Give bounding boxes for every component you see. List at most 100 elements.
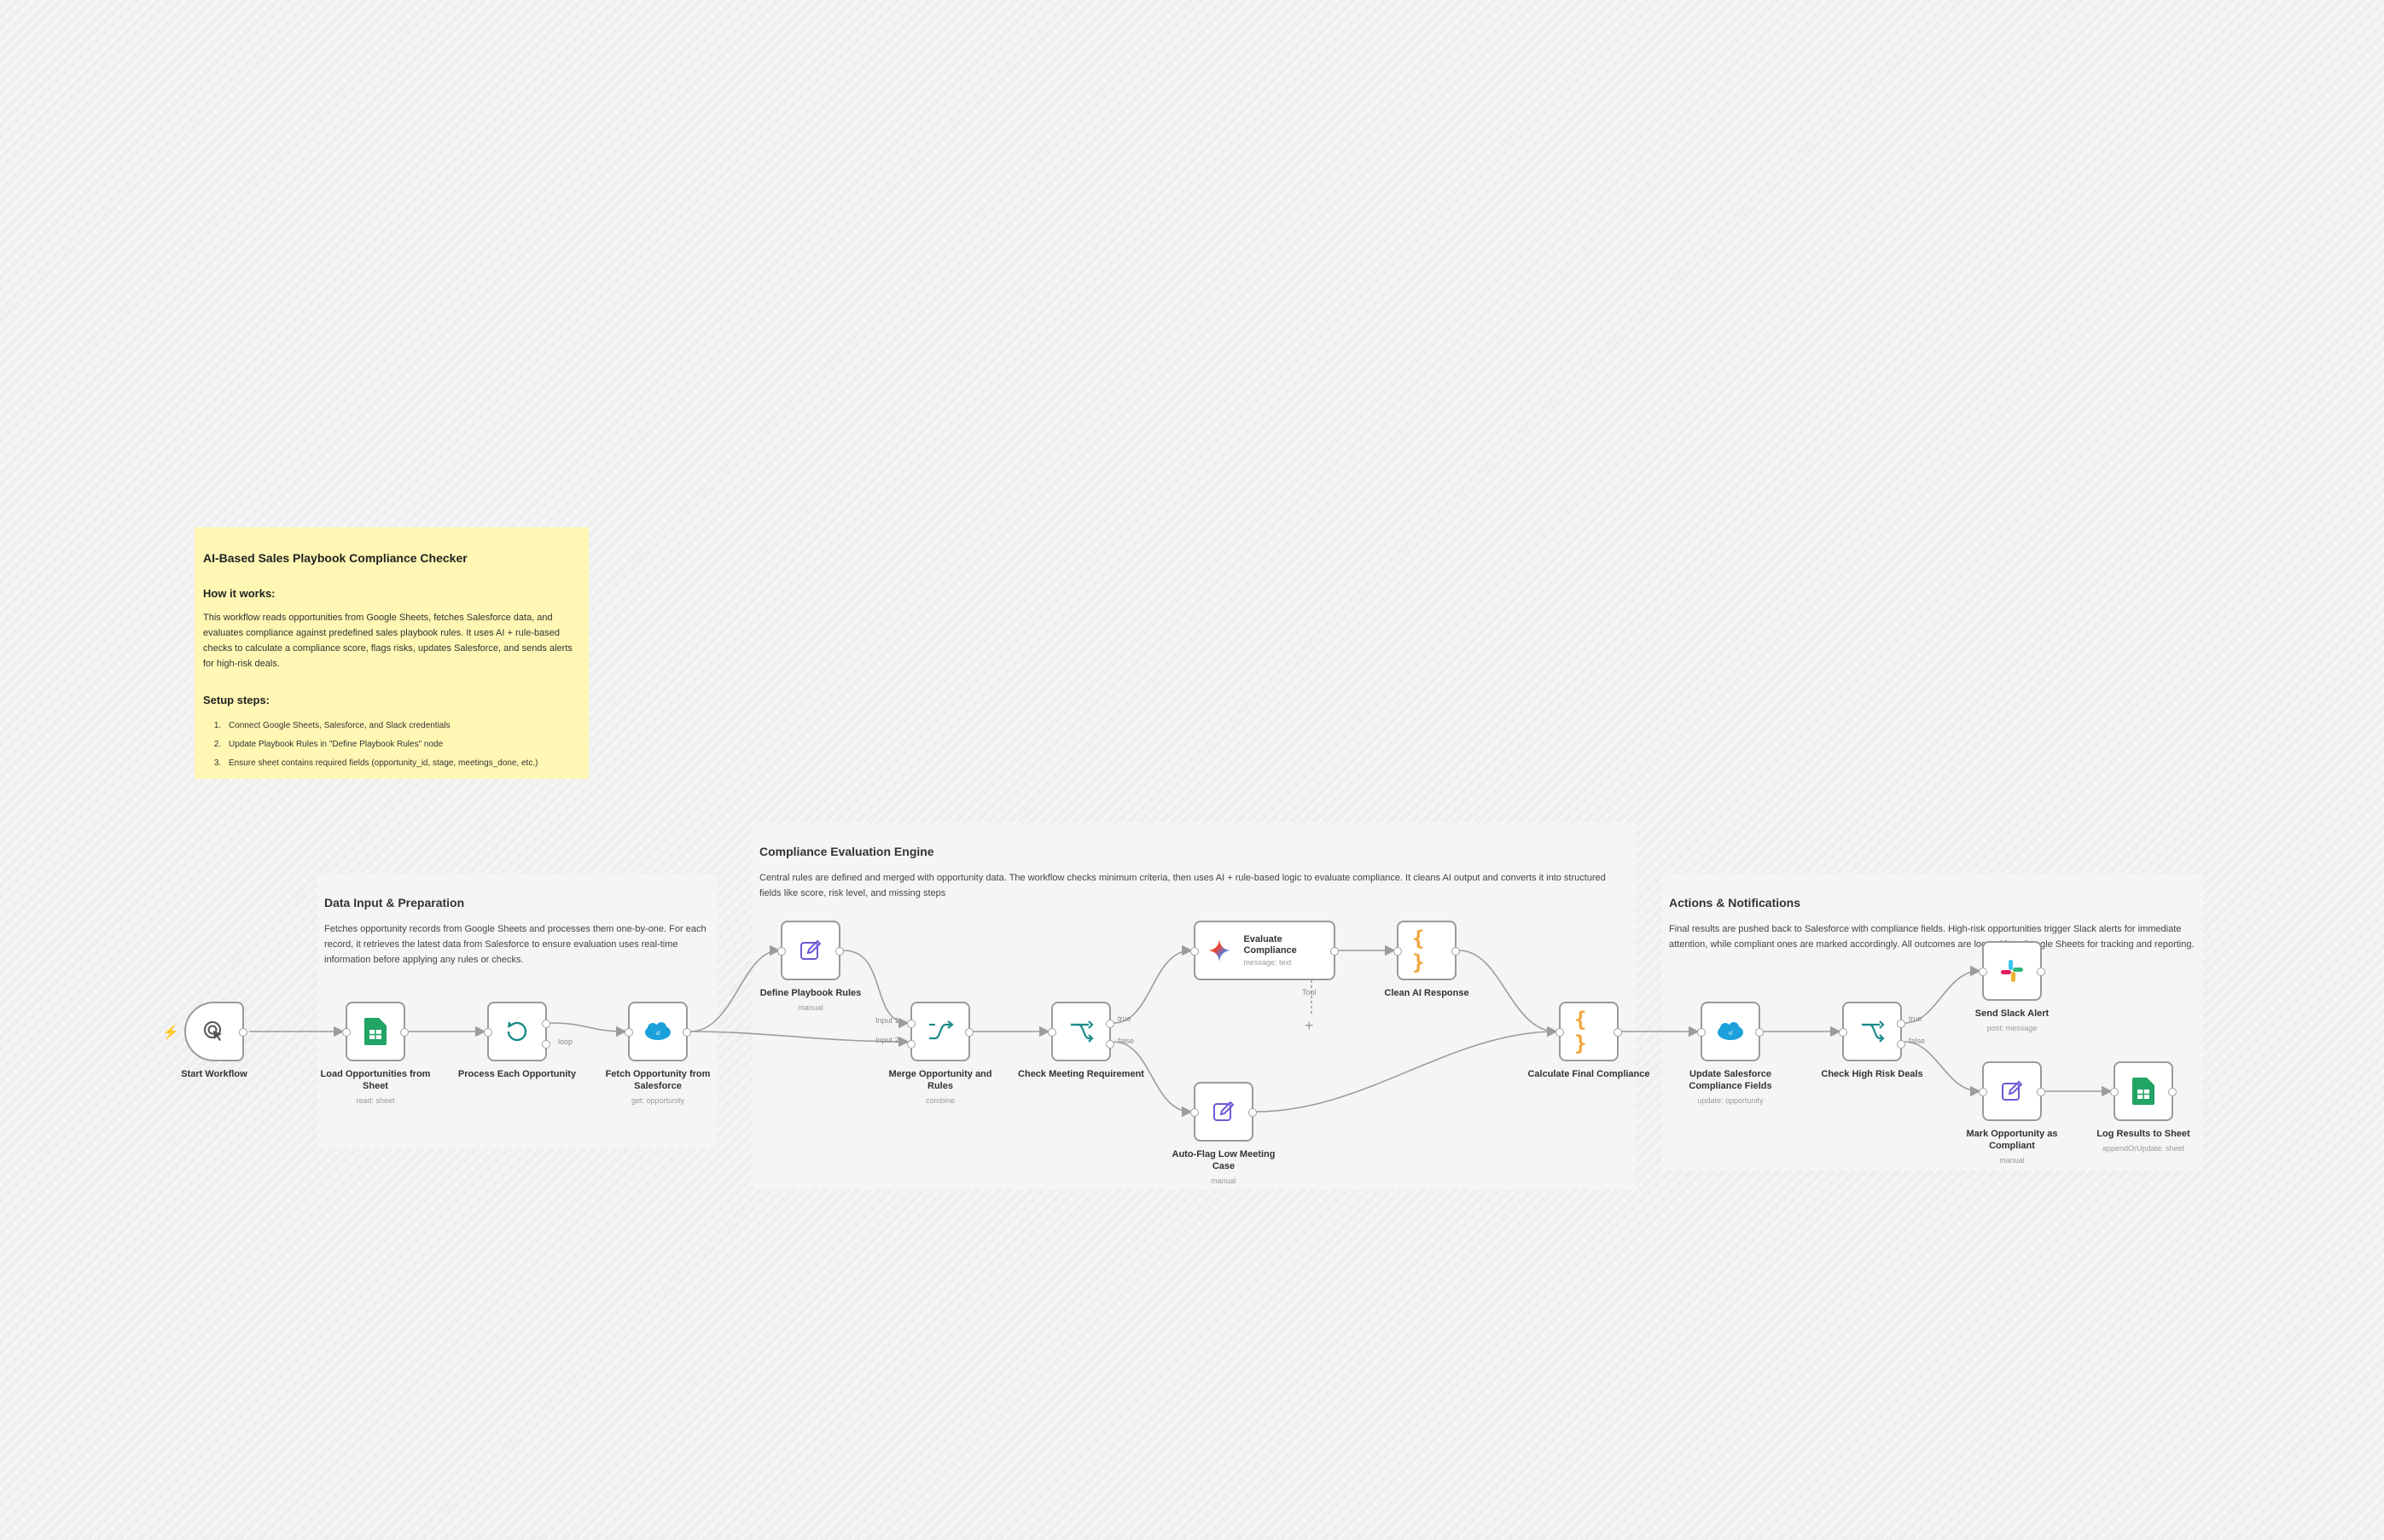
input-handle[interactable] bbox=[1979, 968, 1987, 976]
input-handle[interactable] bbox=[625, 1028, 633, 1037]
node-send-slack-alert[interactable] bbox=[1979, 941, 2045, 1001]
node-evaluate-compliance[interactable]: Evaluate Compliance message: text bbox=[1190, 921, 1339, 980]
node-title: Process Each Opportunity bbox=[457, 1069, 577, 1079]
output-handle[interactable] bbox=[239, 1028, 247, 1037]
group-title: Actions & Notifications bbox=[1669, 896, 1801, 909]
group-title: Data Input & Preparation bbox=[324, 896, 465, 909]
output-handle[interactable] bbox=[835, 947, 844, 956]
edge-label-tool: Tool bbox=[1302, 988, 1317, 997]
node-label: Check Meeting Requirement bbox=[1017, 1068, 1145, 1080]
output-handle[interactable] bbox=[1614, 1028, 1622, 1037]
node-title: Auto-Flag Low Meeting Case bbox=[1172, 1149, 1276, 1171]
salesforce-icon: sf bbox=[643, 1017, 672, 1046]
input-handle-2[interactable] bbox=[907, 1040, 916, 1049]
input-handle[interactable] bbox=[1697, 1028, 1706, 1037]
node-start-workflow[interactable] bbox=[184, 1002, 247, 1061]
input-handle[interactable] bbox=[1190, 1108, 1199, 1117]
node-check-high-risk[interactable] bbox=[1839, 1002, 1905, 1061]
loop-icon bbox=[503, 1017, 532, 1046]
node-check-meeting[interactable] bbox=[1048, 1002, 1114, 1061]
output-handle[interactable] bbox=[400, 1028, 409, 1037]
node-label: Start Workflow bbox=[150, 1068, 278, 1080]
output-handle[interactable] bbox=[1248, 1108, 1257, 1117]
sticky-note[interactable]: AI-Based Sales Playbook Compliance Check… bbox=[195, 527, 589, 779]
input-handle[interactable] bbox=[1048, 1028, 1056, 1037]
add-tool-plus-icon[interactable]: + bbox=[1305, 1017, 1314, 1035]
node-auto-flag[interactable] bbox=[1190, 1082, 1257, 1142]
workflow-canvas[interactable]: AI-Based Sales Playbook Compliance Check… bbox=[0, 0, 2384, 1540]
node-title: Evaluate Compliance bbox=[1243, 934, 1297, 956]
output-handle-true[interactable] bbox=[1897, 1020, 1905, 1028]
svg-text:sf: sf bbox=[1729, 1032, 1733, 1037]
node-process-each[interactable] bbox=[484, 1002, 550, 1061]
node-calculate-final[interactable]: { } bbox=[1555, 1002, 1622, 1061]
group-description: Final results are pushed back to Salesfo… bbox=[1669, 924, 2195, 950]
input-handle-1[interactable] bbox=[907, 1020, 916, 1028]
output-handle-false[interactable] bbox=[1897, 1040, 1905, 1049]
svg-text:sf: sf bbox=[656, 1032, 660, 1037]
input-handle[interactable] bbox=[1190, 947, 1199, 956]
node-define-playbook-rules[interactable] bbox=[777, 921, 844, 980]
sticky-title: AI-Based Sales Playbook Compliance Check… bbox=[203, 551, 468, 565]
node-title: Start Workflow bbox=[181, 1069, 247, 1079]
node-label: Log Results to Sheet appendOrUpdate: shee… bbox=[2079, 1128, 2207, 1154]
node-title: Check High Risk Deals bbox=[1821, 1069, 1923, 1079]
node-log-results[interactable] bbox=[2110, 1061, 2177, 1121]
input-handle[interactable] bbox=[342, 1028, 351, 1037]
input-handle[interactable] bbox=[1555, 1028, 1564, 1037]
output-handle-false[interactable] bbox=[1106, 1040, 1114, 1049]
node-subtitle: post: message bbox=[1986, 1024, 2038, 1032]
node-title: Fetch Opportunity from Salesforce bbox=[605, 1069, 711, 1091]
slack-icon bbox=[1997, 956, 2026, 985]
input-handle[interactable] bbox=[484, 1028, 492, 1037]
merge-icon bbox=[926, 1017, 955, 1046]
node-label: Auto-Flag Low Meeting Case manual bbox=[1160, 1148, 1288, 1187]
node-update-salesforce[interactable]: sf bbox=[1697, 1002, 1764, 1061]
group-description: Central rules are defined and merged wit… bbox=[759, 873, 1606, 898]
node-label: Send Slack Alert post: message bbox=[1948, 1008, 2076, 1034]
gemini-sparkle-icon bbox=[1206, 936, 1233, 965]
output-handle[interactable] bbox=[965, 1028, 974, 1037]
input-handle[interactable] bbox=[1979, 1088, 1987, 1096]
node-mark-compliant[interactable] bbox=[1979, 1061, 2045, 1121]
sticky-step: Ensure sheet contains required fields (o… bbox=[224, 754, 580, 773]
output-handle[interactable] bbox=[1755, 1028, 1764, 1037]
sticky-setup-heading: Setup steps: bbox=[203, 694, 270, 706]
node-subtitle: manual bbox=[798, 1003, 823, 1012]
sticky-step: Connect Google Sheets, Salesforce, and S… bbox=[224, 717, 580, 735]
input-handle[interactable] bbox=[1839, 1028, 1847, 1037]
edge-label-false: false bbox=[1909, 1037, 1926, 1045]
group-title: Compliance Evaluation Engine bbox=[759, 845, 934, 858]
output-handle[interactable] bbox=[683, 1028, 691, 1037]
output-handle[interactable] bbox=[1330, 947, 1339, 956]
node-subtitle: read: sheet bbox=[356, 1096, 395, 1105]
output-handle[interactable] bbox=[2037, 1088, 2045, 1096]
output-handle-loop[interactable] bbox=[542, 1040, 550, 1049]
node-load-opportunities[interactable] bbox=[342, 1002, 409, 1061]
output-handle[interactable] bbox=[2037, 968, 2045, 976]
output-handle-true[interactable] bbox=[1106, 1020, 1114, 1028]
sticky-how-heading: How it works: bbox=[203, 587, 276, 600]
code-braces-icon: { } bbox=[1574, 1008, 1587, 1055]
node-clean-ai-response[interactable]: { } bbox=[1393, 921, 1460, 980]
output-handle[interactable] bbox=[1451, 947, 1460, 956]
output-handle-done[interactable] bbox=[542, 1020, 550, 1028]
node-fetch-salesforce[interactable]: sf bbox=[625, 1002, 691, 1061]
output-handle[interactable] bbox=[2168, 1088, 2177, 1096]
node-label: Define Playbook Rules manual bbox=[747, 987, 875, 1014]
group-description: Fetches opportunity records from Google … bbox=[324, 924, 706, 965]
node-subtitle: appendOrUpdate: sheet bbox=[2102, 1144, 2185, 1153]
trigger-bolt-icon: ⚡ bbox=[162, 1026, 179, 1040]
edge-label-loop: loop bbox=[558, 1037, 573, 1046]
node-label: Fetch Opportunity from Salesforce get: op… bbox=[594, 1068, 722, 1107]
node-merge[interactable] bbox=[907, 1002, 974, 1061]
input-handle[interactable] bbox=[1393, 947, 1402, 956]
input-handle[interactable] bbox=[777, 947, 786, 956]
node-subtitle: manual bbox=[1211, 1177, 1236, 1185]
node-label: Merge Opportunity and Rules combine bbox=[876, 1068, 1004, 1107]
node-subtitle: manual bbox=[1999, 1156, 2025, 1165]
if-branch-icon bbox=[1067, 1017, 1096, 1046]
input-handle[interactable] bbox=[2110, 1088, 2119, 1096]
node-label: Check High Risk Deals bbox=[1808, 1068, 1936, 1080]
node-label: Load Opportunities from Sheet read: sheet bbox=[311, 1068, 439, 1107]
